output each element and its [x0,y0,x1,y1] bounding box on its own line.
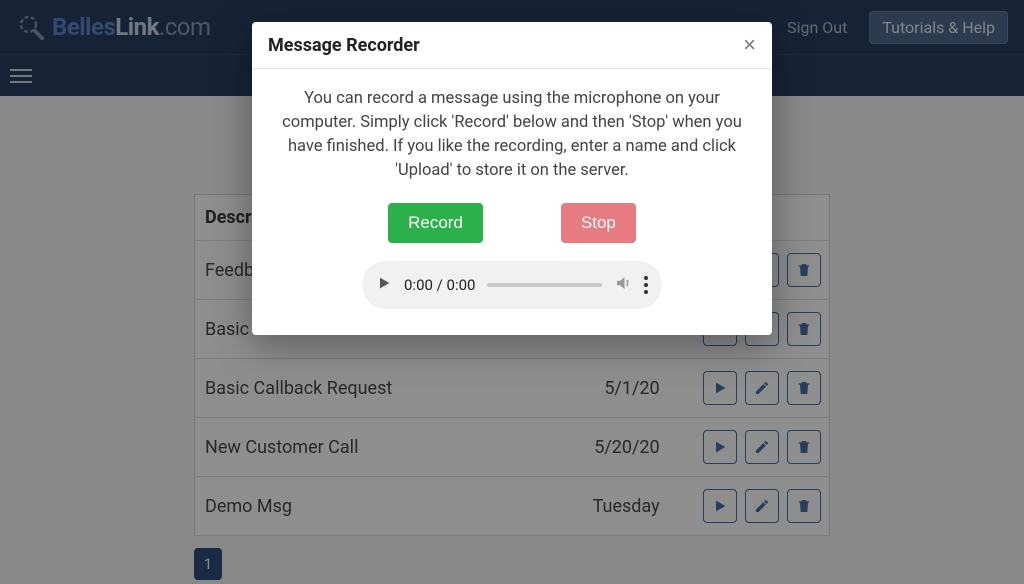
modal-title: Message Recorder [268,35,420,56]
menu-dots-icon[interactable] [644,276,648,294]
play-icon[interactable] [376,275,392,295]
audio-track[interactable] [487,283,602,287]
message-recorder-modal: Message Recorder × You can record a mess… [252,22,772,335]
close-icon[interactable]: × [743,34,756,56]
stop-button[interactable]: Stop [561,203,636,243]
volume-icon[interactable] [614,274,632,296]
record-button[interactable]: Record [388,203,483,243]
modal-instructions: You can record a message using the micro… [280,87,744,183]
audio-player[interactable]: 0:00 / 0:00 [362,261,662,309]
audio-time: 0:00 / 0:00 [404,276,475,294]
